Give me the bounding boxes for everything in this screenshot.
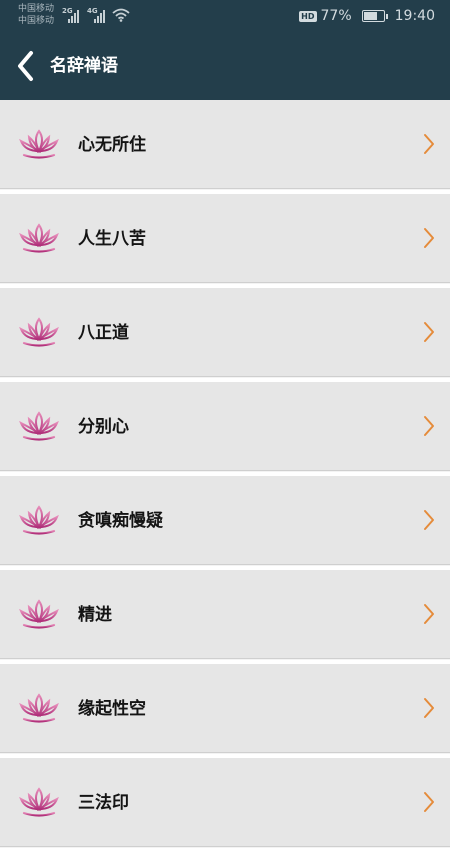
lotus-icon: [19, 129, 59, 159]
signal-strength-2-icon: [94, 9, 108, 23]
carrier-labels: 中国移动 中国移动: [18, 3, 54, 27]
chevron-right-icon: [424, 416, 434, 436]
list-item-label: 分别心: [78, 417, 129, 437]
battery-fill: [363, 12, 377, 20]
chevron-right-icon: [424, 792, 434, 812]
chevron-right-icon: [424, 698, 434, 718]
battery-percent: 77%: [320, 8, 352, 24]
list-item[interactable]: 人生八苦: [0, 194, 450, 283]
chevron-left-icon[interactable]: [12, 48, 44, 84]
chevron-right-icon: [424, 322, 434, 342]
lotus-icon: [19, 223, 59, 253]
signal-strength-1-icon: [68, 9, 82, 23]
chevron-right-icon: [424, 228, 434, 248]
battery-icon: [361, 10, 388, 22]
lotus-icon: [19, 411, 59, 441]
lotus-icon: [19, 317, 59, 347]
chevron-right-icon: [424, 134, 434, 154]
list-item-label: 八正道: [78, 323, 129, 343]
lotus-icon: [19, 599, 59, 629]
list-item[interactable]: 贪嗔痴慢疑: [0, 476, 450, 565]
back-button[interactable]: [12, 48, 44, 84]
lotus-icon: [19, 787, 59, 817]
page-title: 名辞禅语: [50, 56, 118, 76]
list-item[interactable]: 心无所住: [0, 100, 450, 189]
list-item-label: 精进: [78, 605, 112, 625]
list-item[interactable]: 缘起性空: [0, 664, 450, 753]
lotus-icon: [19, 505, 59, 535]
hd-badge: HD: [299, 10, 317, 22]
chevron-right-icon: [424, 510, 434, 530]
list-item-label: 心无所住: [78, 135, 146, 155]
list-item-label: 人生八苦: [78, 229, 146, 249]
clock: 19:40: [394, 8, 435, 24]
status-bar: 中国移动 中国移动 2G 4G HD 77% 19:40: [0, 0, 450, 32]
list-item-label: 贪嗔痴慢疑: [78, 511, 163, 531]
app-header: 中国移动 中国移动 2G 4G HD 77% 19:40 名辞禅语: [0, 0, 450, 100]
topic-list: 心无所住 人生八苦 八正道 分别心 贪嗔痴慢疑 精进 缘起性空 三法印: [0, 100, 450, 852]
carrier-label-1: 中国移动: [18, 4, 55, 14]
list-item-label: 缘起性空: [78, 699, 146, 719]
list-item[interactable]: 八正道: [0, 288, 450, 377]
chevron-right-icon: [424, 604, 434, 624]
carrier-label-2: 中国移动: [18, 16, 55, 26]
list-item[interactable]: 分别心: [0, 382, 450, 471]
wifi-icon: [112, 8, 130, 22]
list-item[interactable]: 精进: [0, 570, 450, 659]
status-right: HD 77% 19:40: [299, 7, 435, 25]
lotus-icon: [19, 693, 59, 723]
list-item-label: 三法印: [78, 793, 129, 813]
list-item[interactable]: 三法印: [0, 758, 450, 847]
